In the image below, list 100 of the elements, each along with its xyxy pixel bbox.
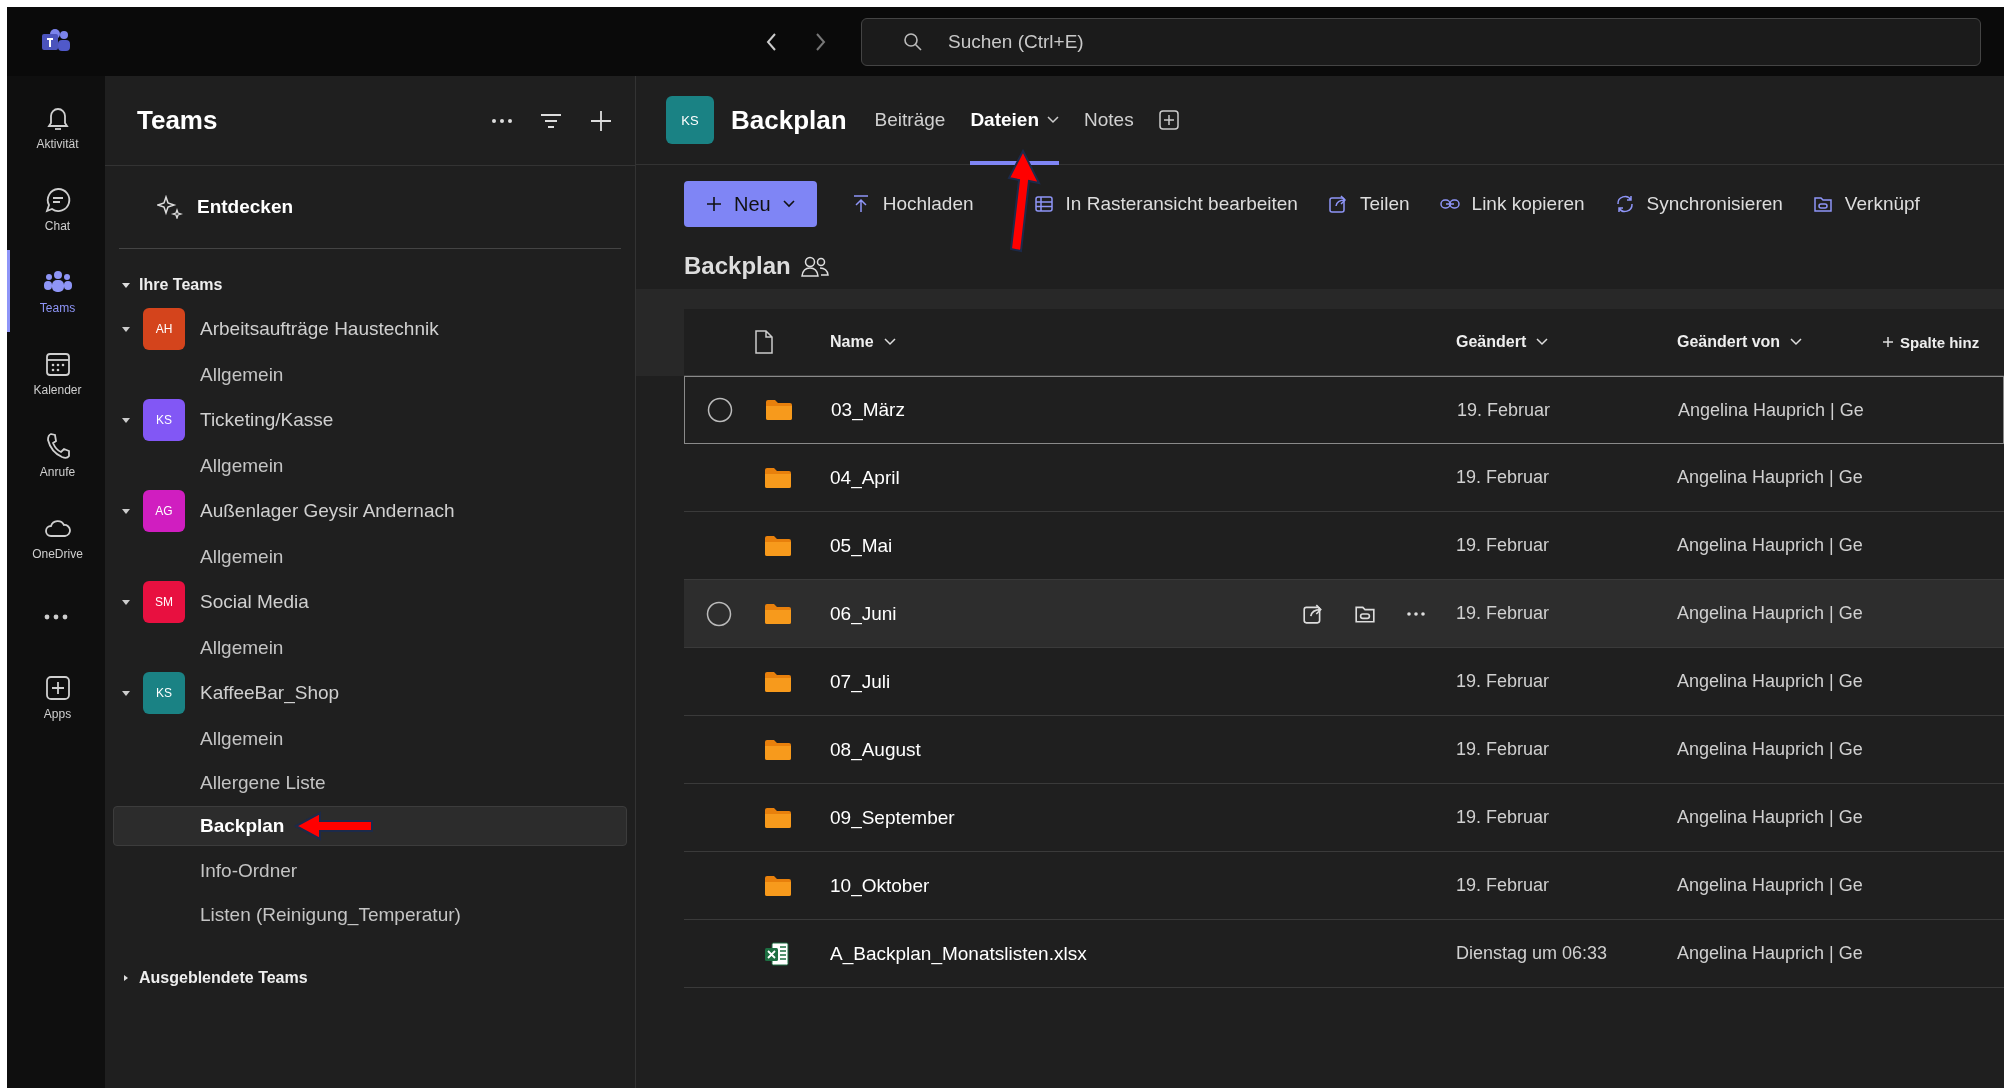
new-button[interactable]: Neu [684, 181, 817, 227]
rail-item[interactable]: Apps [7, 656, 105, 738]
tab[interactable]: Notes [1084, 75, 1134, 165]
modified-by: Angelina Hauprich | Ge [1677, 807, 1864, 828]
toolbar-button[interactable]: Verknüpf [1812, 193, 1920, 215]
more-icon[interactable] [1406, 610, 1426, 617]
chevron-down-icon [1536, 338, 1549, 346]
search-icon [903, 31, 923, 52]
caret-icon [121, 280, 131, 290]
team-item[interactable]: KS Ticketing/Kasse [113, 396, 627, 443]
channel-item[interactable]: Info-Ordner [113, 850, 627, 890]
file-name[interactable]: 10_Oktober [830, 874, 930, 897]
modified-date: 19. Februar [1456, 739, 1551, 760]
modified-date: 19. Februar [1456, 807, 1551, 828]
back-icon[interactable] [765, 31, 779, 52]
file-name[interactable]: 06_Juni [830, 602, 897, 625]
toolbar-button[interactable]: Synchronisieren [1614, 193, 1783, 215]
rail-item[interactable]: Chat [7, 168, 105, 250]
rail-item[interactable]: Aktivität [7, 86, 105, 168]
share-icon [1327, 194, 1348, 214]
file-row[interactable]: 10_Oktober 19. Februar Angelina Hauprich | Ge [684, 852, 2004, 920]
file-name[interactable]: 03_März [831, 399, 905, 421]
modified-by: Angelina Hauprich | Ge [1677, 671, 1864, 692]
discover-button[interactable]: Entdecken [113, 166, 627, 248]
file-name[interactable]: 04_April [830, 466, 900, 489]
modified-date: 19. Februar [1457, 399, 1552, 421]
toolbar-button[interactable]: Link kopieren [1439, 193, 1585, 215]
file-name[interactable]: 05_Mai [830, 534, 893, 557]
select-circle-icon[interactable] [706, 600, 732, 627]
modified-by: Angelina Hauprich | Ge [1678, 399, 1865, 421]
team-item[interactable]: KS KaffeeBar_Shop [113, 669, 627, 716]
toolbar-button[interactable]: Teilen [1327, 193, 1410, 215]
section-header[interactable]: Ausgeblendete Teams [113, 958, 627, 998]
share-icon[interactable] [1302, 602, 1324, 625]
folder-icon [764, 670, 792, 693]
file-row[interactable]: 03_März 19. Februar Angelina Hauprich | Ge [684, 376, 2004, 444]
modified-by: Angelina Hauprich | Ge [1677, 535, 1864, 556]
folder-icon [764, 602, 792, 625]
plus-icon [1882, 336, 1894, 348]
shortcut-icon [1812, 194, 1833, 214]
grid-icon [1033, 194, 1054, 214]
toolbar-button[interactable]: Hochladen [850, 193, 974, 215]
file-row[interactable]: A_Backplan_Monatslisten.xlsx Dienstag um 06:33 Angelina Hauprich | Ge [684, 920, 2004, 988]
people-icon[interactable] [800, 254, 829, 278]
folder-icon [764, 534, 792, 557]
team-avatar: AH [143, 307, 185, 350]
modified-by: Angelina Hauprich | Ge [1677, 875, 1864, 896]
channel-item[interactable]: Allergene Liste [113, 762, 627, 802]
file-name[interactable]: A_Backplan_Monatslisten.xlsx [830, 942, 1087, 965]
file-type-icon [754, 330, 774, 354]
team-item[interactable]: SM Social Media [113, 578, 627, 625]
column-header[interactable]: Geändert von [1677, 333, 1882, 351]
rail-item[interactable]: Anrufe [7, 414, 105, 496]
chevron-down-icon [1790, 338, 1803, 346]
channel-item[interactable]: Backplan [113, 806, 627, 846]
section-header[interactable]: Ihre Teams [113, 265, 627, 305]
add-column-button[interactable]: Spalte hinz [1882, 333, 2004, 351]
modified-by: Angelina Hauprich | Ge [1677, 603, 1864, 624]
forward-icon[interactable] [813, 31, 827, 52]
folder-icon [764, 738, 792, 761]
modified-date: 19. Februar [1456, 467, 1551, 488]
modified-date: 19. Februar [1456, 671, 1551, 692]
modified-date: 19. Februar [1456, 875, 1551, 896]
channel-item[interactable]: Allgemein [113, 354, 627, 394]
team-avatar: AG [143, 489, 185, 532]
file-row[interactable]: 08_August 19. Februar Angelina Hauprich | Ge [684, 716, 2004, 784]
channel-item[interactable]: Allgemein [113, 627, 627, 667]
chevron-down-icon [782, 200, 795, 208]
team-item[interactable]: AG Außenlager Geysir Andernach [113, 487, 627, 534]
team-item[interactable]: AH Arbeitsaufträge Haustechnik [113, 305, 627, 352]
add-icon[interactable] [589, 108, 613, 133]
channel-item[interactable]: Listen (Reinigung_Temperatur) [113, 894, 627, 934]
search-field[interactable]: Suchen (Ctrl+E) [861, 17, 1981, 66]
file-row[interactable]: 06_Juni 19. Februar Angelina Hauprich | Ge [684, 580, 2004, 648]
channel-avatar: KS [666, 96, 714, 144]
rail-item[interactable]: Kalender [7, 332, 105, 414]
file-row[interactable]: 04_April 19. Februar Angelina Hauprich | Ge [684, 444, 2004, 512]
more-icon[interactable] [491, 117, 513, 124]
rail-item[interactable]: OneDrive [7, 496, 105, 578]
more-icon[interactable] [43, 613, 69, 621]
file-row[interactable]: 07_Juli 19. Februar Angelina Hauprich | Ge [684, 648, 2004, 716]
channel-item[interactable]: Allgemein [113, 718, 627, 758]
channel-item[interactable]: Allgemein [113, 445, 627, 485]
toolbar-button[interactable]: In Rasteransicht bearbeiten [1033, 193, 1298, 215]
select-circle-icon[interactable] [707, 397, 733, 423]
file-row[interactable]: 09_September 19. Februar Angelina Hauprich | Ge [684, 784, 2004, 852]
column-header[interactable]: Name [830, 333, 1456, 351]
folder-icon [764, 466, 792, 489]
file-name[interactable]: 08_August [830, 738, 921, 761]
channel-item[interactable]: Allgemein [113, 536, 627, 576]
filter-icon[interactable] [539, 111, 563, 130]
tab[interactable]: Beiträge [874, 75, 946, 165]
modified-by: Angelina Hauprich | Ge [1677, 943, 1864, 964]
modified-date: Dienstag um 06:33 [1456, 943, 1609, 964]
channel-title: Backplan [731, 104, 847, 136]
column-header[interactable]: Geändert [1456, 333, 1677, 351]
file-name[interactable]: 07_Juli [830, 670, 891, 693]
add-tab-icon[interactable] [1158, 110, 1179, 130]
team-avatar: SM [143, 580, 185, 623]
file-name[interactable]: 09_September [830, 806, 955, 829]
